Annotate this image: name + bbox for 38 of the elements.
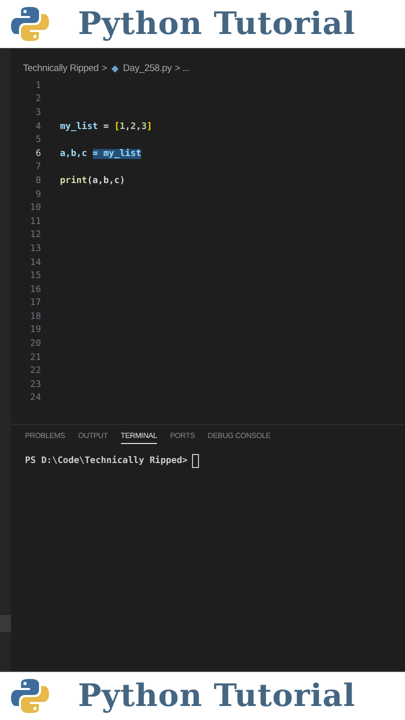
banner-title: Python Tutorial	[78, 6, 356, 42]
line-number: 2	[34, 94, 41, 104]
line-number: 9	[34, 190, 41, 200]
line-number: 19	[29, 325, 41, 336]
python-logo-icon	[10, 676, 50, 716]
line-number: 13	[29, 244, 41, 254]
terminal-prompt: PS D:\Code\Technically Ripped>	[25, 456, 188, 466]
python-logo-icon	[10, 4, 50, 44]
line-number: 21	[29, 352, 41, 363]
line-number: 20	[29, 339, 41, 350]
code-line: my_list = [1,2,3]	[60, 122, 152, 132]
banner-title: Python Tutorial	[78, 678, 356, 714]
breadcrumb-file[interactable]: Day_258.py	[122, 63, 172, 74]
line-number: 16	[29, 284, 41, 295]
line-number: 5	[34, 135, 41, 146]
line-number: 22	[29, 366, 41, 376]
breadcrumb-folder[interactable]: Technically Ripped	[23, 63, 99, 74]
line-number: 24	[29, 393, 41, 404]
code-line: print(a,b,c)	[60, 176, 126, 186]
line-number: 14	[29, 258, 41, 268]
line-number: 10	[29, 203, 41, 214]
breadcrumb-separator: >	[102, 63, 107, 74]
line-number: 7	[34, 162, 41, 172]
line-number: 23	[29, 380, 41, 390]
python-file-icon	[110, 64, 119, 72]
line-number: 3	[34, 108, 41, 118]
scroll-thumb[interactable]	[0, 615, 11, 632]
line-number: 15	[29, 271, 41, 282]
line-number: 12	[29, 230, 41, 240]
terminal-cursor	[192, 454, 199, 468]
line-number: 18	[29, 312, 41, 322]
line-number: 4	[34, 122, 41, 132]
breadcrumb-trail[interactable]: > ...	[174, 63, 190, 74]
line-number: 1	[34, 80, 41, 91]
line-number: 17	[29, 298, 41, 308]
line-number: 11	[29, 216, 41, 227]
line-number: 6	[34, 148, 41, 159]
line-number: 8	[34, 176, 41, 186]
